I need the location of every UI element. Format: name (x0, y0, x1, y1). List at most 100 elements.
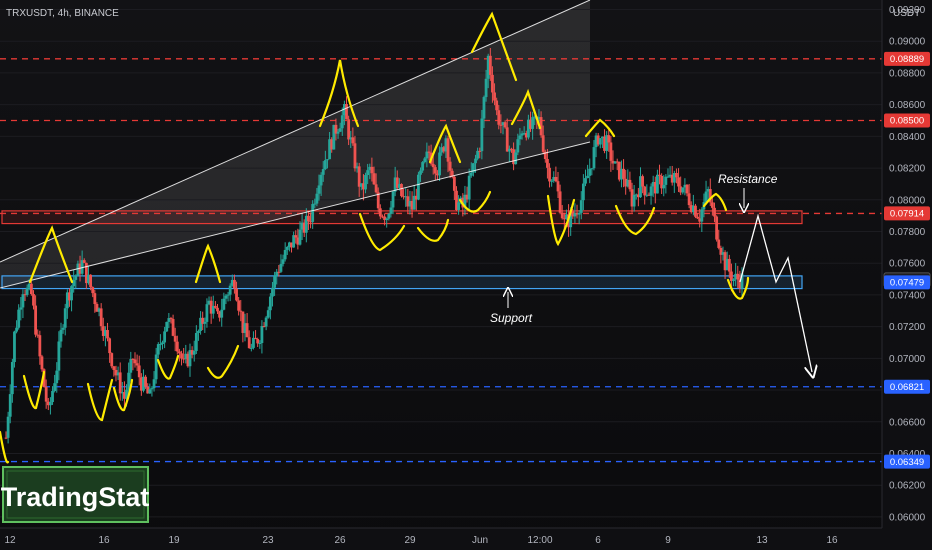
candle-body (700, 209, 704, 222)
time-tick-label: 23 (262, 535, 274, 546)
candle-body (32, 294, 35, 306)
candle-body (374, 184, 378, 193)
candle-body (628, 179, 632, 190)
candle-body (622, 168, 625, 179)
candle-body (421, 162, 425, 171)
candle-body (370, 166, 374, 174)
candle-body (664, 176, 668, 185)
candle-body (203, 321, 207, 324)
candle-body (279, 263, 283, 272)
time-tick-label: Jun (472, 535, 488, 546)
candle-body (29, 283, 33, 295)
candle-body (264, 317, 268, 327)
candle-body (307, 215, 310, 222)
candle-body (8, 394, 12, 417)
candle-body (247, 337, 251, 349)
candle-body (266, 310, 270, 318)
price-tick-label: 0.08800 (889, 68, 926, 79)
candle-body (338, 128, 342, 132)
candle-body (467, 175, 471, 200)
candle-body (385, 218, 389, 220)
candle-body (389, 207, 393, 214)
symbol-header: TRXUSDT, 4h, BINANCE (6, 8, 119, 19)
candle-body (643, 186, 647, 196)
candle-body (317, 185, 321, 194)
candle-body (503, 122, 507, 128)
candle-body (715, 216, 719, 240)
candle-body (152, 379, 156, 389)
time-axis-panel[interactable] (0, 528, 932, 550)
price-tag-label: 0.07914 (890, 209, 924, 220)
candle-body (649, 186, 653, 196)
candle-body (378, 208, 382, 217)
candle-body (19, 307, 23, 310)
candle-body (137, 365, 141, 378)
candle-body (148, 389, 152, 394)
candle-body (452, 176, 456, 191)
candle-body (315, 193, 319, 204)
candle-body (491, 74, 494, 93)
time-tick-label: 16 (826, 535, 838, 546)
candle-body (271, 287, 274, 297)
candle-body (15, 327, 18, 332)
candle-body (213, 305, 217, 308)
candle-body (249, 347, 253, 349)
time-tick-label: 26 (334, 535, 346, 546)
candle-body (438, 152, 441, 176)
candle-body (57, 341, 61, 371)
price-tick-label: 0.07800 (889, 227, 926, 238)
price-tick-label: 0.09000 (889, 37, 926, 48)
candle-body (38, 335, 42, 357)
time-tick-label: 29 (404, 535, 416, 546)
price-tick-label: 0.08200 (889, 164, 926, 175)
candle-body (175, 341, 179, 352)
candle-body (59, 329, 63, 342)
candle-body (150, 388, 154, 390)
candle-body (391, 191, 395, 208)
candle-body (505, 127, 509, 152)
candle-body (25, 287, 29, 295)
candle-body (91, 287, 95, 294)
candle-body (345, 104, 348, 120)
candle-body (364, 175, 367, 190)
candle-body (641, 176, 644, 187)
candle-body (353, 143, 357, 169)
candle-body (372, 173, 376, 185)
candle-body (165, 321, 169, 332)
price-tag-label: 0.06821 (890, 382, 924, 393)
candle-body (546, 159, 549, 168)
candle-body (577, 212, 581, 215)
candle-body (173, 335, 177, 342)
candle-body (736, 273, 740, 280)
candle-body (13, 331, 16, 363)
candle-body (252, 337, 255, 348)
candle-body (685, 184, 689, 194)
candle-body (541, 135, 545, 152)
candle-body (656, 174, 659, 194)
candle-body (713, 207, 716, 217)
candle-body (273, 275, 276, 288)
candle-body (609, 142, 613, 161)
candle-body (49, 402, 52, 406)
candle-body (710, 202, 714, 208)
candle-body (294, 235, 298, 238)
time-tick-label: 12 (4, 535, 16, 546)
support-zone[interactable] (1, 275, 803, 290)
candle-body (351, 137, 355, 144)
candle-body (584, 178, 587, 184)
candle-body (106, 330, 109, 339)
candle-body (285, 246, 289, 250)
candle-body (482, 97, 486, 119)
candle-body (495, 100, 499, 111)
candle-body (205, 304, 209, 322)
candle-body (260, 326, 264, 343)
time-tick-label: 9 (665, 535, 671, 546)
price-tick-label: 0.07000 (889, 354, 926, 365)
candle-body (40, 356, 44, 370)
candle-body (497, 110, 501, 125)
candle-body (340, 115, 344, 129)
candle-body (163, 331, 167, 343)
candle-body (588, 168, 592, 176)
candle-body (336, 131, 340, 134)
candle-body (237, 300, 241, 311)
